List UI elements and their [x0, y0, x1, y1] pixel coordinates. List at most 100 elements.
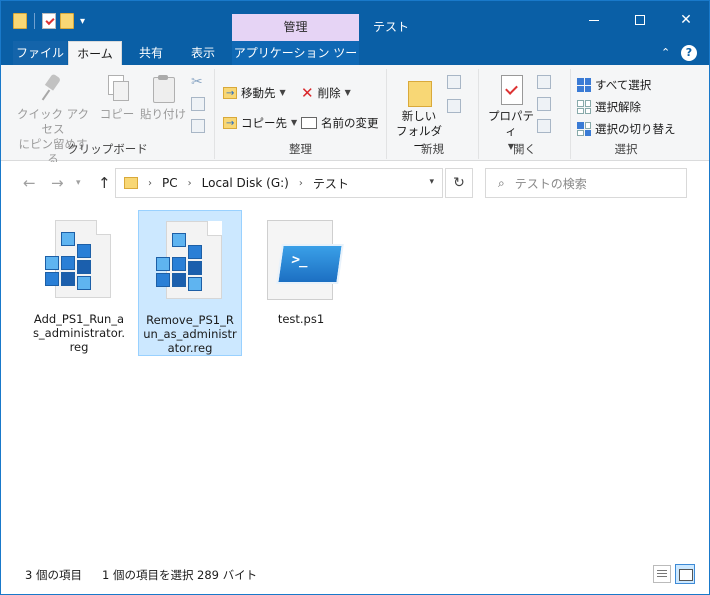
- cube-icon: [188, 277, 202, 291]
- chevron-down-icon[interactable]: ▾: [429, 177, 434, 187]
- close-icon: ✕: [680, 12, 692, 28]
- file-item-selected[interactable]: Remove_PS1_Run_as_administrator.reg: [138, 210, 242, 356]
- new-folder-label-line1: 新しい: [401, 109, 437, 123]
- cube-icon: [188, 261, 202, 275]
- file-name: Remove_PS1_Run_as_administrator.reg: [143, 313, 237, 355]
- breadcrumb-separator: ›: [148, 177, 152, 189]
- paste-button[interactable]: 貼り付け: [139, 75, 187, 122]
- forward-arrow-icon[interactable]: →: [51, 174, 64, 192]
- delete-label: 削除: [317, 86, 341, 100]
- ribbon: クイック アクセス にピン留めする コピー 貼り付け ✂ クリップボード → 移…: [1, 65, 709, 166]
- minimize-icon: [589, 19, 599, 21]
- explorer-window: ▾ 管理 テスト ✕ ファイル ホーム 共有 表示 アプリケーション ツール ⌃…: [0, 0, 710, 595]
- cube-icon: [77, 244, 91, 258]
- rename-label: 名前の変更: [321, 116, 379, 130]
- group-label-select: 選択: [614, 142, 638, 156]
- details-view-icon[interactable]: [653, 565, 671, 583]
- pin-label-line1: クイック アクセス: [16, 107, 90, 136]
- minimize-button[interactable]: [571, 5, 617, 35]
- move-to-icon: [223, 84, 237, 104]
- copy-label: コピー: [99, 107, 135, 121]
- select-all-label: すべて選択: [595, 78, 652, 92]
- tab-application-tools[interactable]: アプリケーション ツール: [232, 41, 359, 84]
- cube-icon: [188, 245, 202, 259]
- navigation-bar: ← → ▾ ↑ › PC › Local Disk (G:) › テスト ▾ ↻…: [1, 162, 709, 204]
- chevron-down-icon: ▼: [291, 118, 298, 127]
- breadcrumb-drive[interactable]: Local Disk (G:): [202, 176, 289, 190]
- file-item[interactable]: Add_PS1_Run_as_administrator.reg: [27, 210, 131, 356]
- copy-path-icon[interactable]: [191, 97, 205, 111]
- invert-selection-label: 選択の切り替え: [595, 122, 676, 136]
- tab-view[interactable]: 表示: [179, 41, 227, 65]
- copy-to-icon: [223, 114, 237, 134]
- copy-button[interactable]: コピー: [97, 75, 137, 122]
- cube-icon: [45, 256, 59, 270]
- properties-icon[interactable]: [42, 13, 56, 29]
- refresh-button[interactable]: ↻: [445, 168, 473, 198]
- paste-label: 貼り付け: [140, 107, 186, 121]
- easy-access-icon[interactable]: [447, 99, 461, 113]
- cut-icon[interactable]: ✂: [191, 75, 205, 89]
- paste-icon: [151, 75, 175, 103]
- address-bar[interactable]: › PC › Local Disk (G:) › テスト ▾: [115, 168, 443, 198]
- breadcrumb-pc[interactable]: PC: [162, 176, 178, 190]
- context-tab-manage[interactable]: 管理: [232, 14, 359, 41]
- tab-file[interactable]: ファイル: [13, 41, 67, 65]
- group-label-organize: 整理: [289, 142, 312, 156]
- delete-button[interactable]: ✕ 削除 ▼: [301, 83, 351, 103]
- rename-button[interactable]: 名前の変更: [301, 113, 379, 133]
- cube-icon: [172, 257, 186, 271]
- file-item[interactable]: test.ps1: [249, 210, 353, 356]
- select-none-button[interactable]: 選択解除: [577, 97, 641, 117]
- group-label-new: 新規: [421, 142, 444, 156]
- back-arrow-icon[interactable]: ←: [23, 174, 36, 192]
- registry-file-icon: [150, 219, 230, 305]
- rename-icon: [301, 117, 317, 129]
- select-all-button[interactable]: すべて選択: [577, 75, 651, 95]
- move-to-button[interactable]: 移動先 ▼: [223, 83, 286, 104]
- search-icon: ⌕: [498, 175, 505, 190]
- new-folder-icon[interactable]: [60, 13, 74, 29]
- group-select: すべて選択 選択解除 選択の切り替え 選択: [571, 69, 681, 159]
- search-input[interactable]: ⌕ テストの検索: [485, 168, 687, 198]
- tab-share[interactable]: 共有: [125, 41, 177, 65]
- pin-icon: [42, 75, 64, 103]
- open-small-buttons: [537, 75, 551, 133]
- folder-icon: [13, 13, 27, 29]
- help-icon[interactable]: ?: [681, 45, 697, 61]
- close-button[interactable]: ✕: [663, 5, 709, 35]
- title-bar: ▾ 管理 テスト ✕: [1, 1, 709, 41]
- file-list: Add_PS1_Run_as_administrator.reg Remove_…: [1, 204, 709, 559]
- move-to-label: 移動先: [241, 86, 276, 100]
- new-item-icon[interactable]: [447, 75, 461, 89]
- cube-icon: [61, 232, 75, 246]
- maximize-button[interactable]: [617, 5, 663, 35]
- tab-home[interactable]: ホーム: [68, 41, 122, 65]
- invert-selection-button[interactable]: 選択の切り替え: [577, 119, 676, 139]
- large-icons-view-icon[interactable]: [675, 564, 695, 584]
- edit-icon[interactable]: [537, 97, 551, 111]
- up-arrow-icon[interactable]: ↑: [98, 174, 111, 192]
- cube-icon: [172, 233, 186, 247]
- open-icon[interactable]: [537, 75, 551, 89]
- breadcrumb-separator: ›: [298, 177, 303, 189]
- breadcrumb-folder[interactable]: テスト: [313, 175, 349, 192]
- cube-icon: [172, 273, 186, 287]
- group-open: プロパティ ▼ 開く: [479, 69, 571, 159]
- paste-shortcut-icon[interactable]: [191, 119, 205, 133]
- collapse-ribbon-icon[interactable]: ⌃: [661, 46, 670, 59]
- powershell-window-icon: [276, 244, 344, 284]
- toolbar-separator: [34, 13, 35, 29]
- copy-to-button[interactable]: コピー先 ▼: [223, 113, 298, 134]
- history-icon[interactable]: [537, 119, 551, 133]
- cube-icon: [156, 273, 170, 287]
- group-new: 新しい フォルダー 新規: [387, 69, 479, 159]
- file-name: test.ps1: [277, 312, 325, 326]
- select-none-icon: [577, 100, 591, 114]
- customize-toolbar-dropdown-icon[interactable]: ▾: [80, 16, 85, 27]
- window-title: テスト: [373, 20, 410, 34]
- recent-locations-dropdown-icon[interactable]: ▾: [76, 178, 81, 188]
- select-all-icon: [577, 78, 591, 92]
- chevron-down-icon: ▼: [279, 88, 286, 97]
- group-label-clipboard: クリップボード: [67, 142, 148, 156]
